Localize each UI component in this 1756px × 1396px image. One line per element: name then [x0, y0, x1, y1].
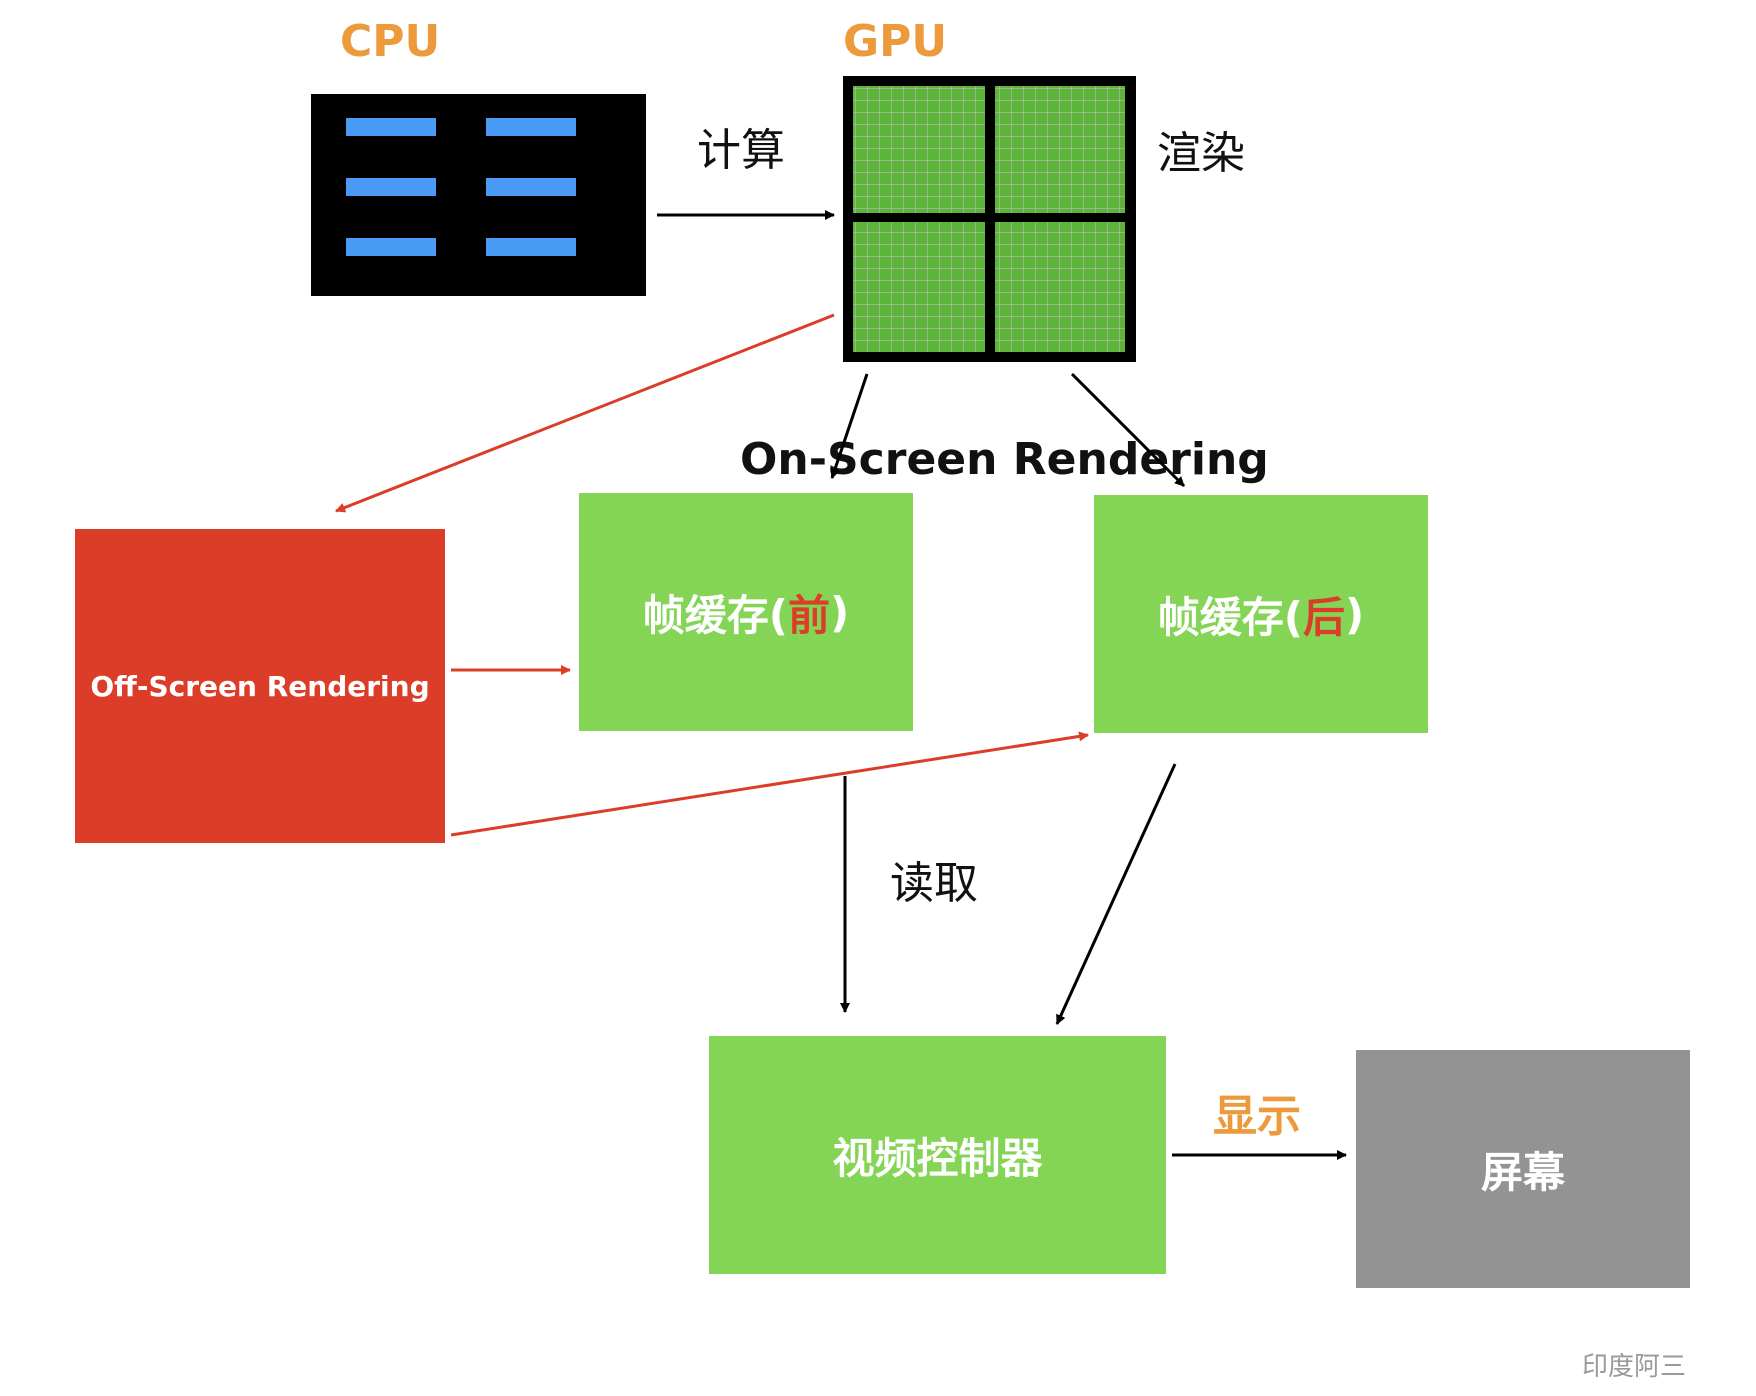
arrow-gpu-to-off-screen — [335, 313, 835, 513]
arrows-layer — [335, 210, 1347, 1160]
arrow-gpu-to-front-buffer — [830, 373, 869, 479]
arrow-back-buffer-to-video-controller — [1055, 763, 1177, 1025]
arrow-gpu-to-back-buffer — [1070, 372, 1186, 488]
arrow-off-screen-to-back-buffer — [450, 731, 1089, 837]
